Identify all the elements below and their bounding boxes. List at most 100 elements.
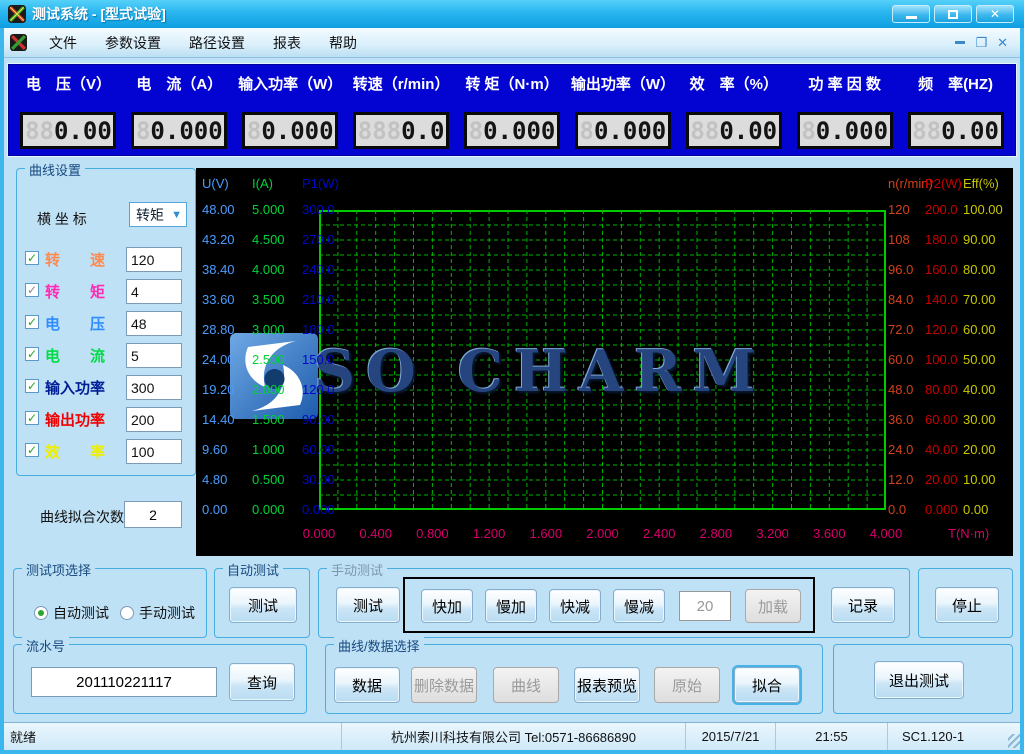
axis-tick-label: 1.000 — [252, 442, 285, 457]
axis-tick-label: 0.000 — [302, 502, 335, 517]
axis-tick-label: 96.0 — [888, 262, 913, 277]
meter-display: 80.000 — [464, 112, 560, 149]
minimize-button[interactable] — [892, 5, 930, 23]
menu-item[interactable]: 文件 — [39, 29, 87, 57]
serial-number-group: 流水号 查询 — [13, 644, 307, 714]
axis-tick-label: 2.400 — [635, 526, 683, 541]
window-title: 测试系统 - [型式试验] — [32, 4, 166, 24]
meter-value: 0.00 — [54, 117, 112, 145]
meter-label: 电 压（V） — [26, 73, 111, 94]
maximize-button[interactable] — [934, 5, 972, 23]
curve-limit-input[interactable] — [126, 343, 182, 368]
curve-limit-input[interactable] — [126, 279, 182, 304]
axis-tick-label: 30.00 — [302, 472, 335, 487]
curve-checkbox[interactable]: ✓ — [25, 411, 39, 425]
jog-button[interactable]: 慢加 — [485, 589, 537, 623]
status-ready: 就绪 — [0, 723, 342, 750]
curve-row: ✓ 输出功率 — [17, 407, 197, 433]
curve-limit-input[interactable] — [126, 439, 182, 464]
menu-item[interactable]: 报表 — [263, 29, 311, 57]
axis-tick-label: 3.200 — [749, 526, 797, 541]
curve-checkbox[interactable]: ✓ — [25, 443, 39, 457]
mdi-restore-icon[interactable]: ❐ — [975, 36, 987, 49]
curve-limit-input[interactable] — [126, 407, 182, 432]
menu-item[interactable]: 路径设置 — [179, 29, 255, 57]
window-frame-bottom — [0, 750, 1024, 754]
axis-tick-label: 60.00 — [963, 322, 996, 337]
axis-tick-label: 50.00 — [963, 352, 996, 367]
curve-checkbox[interactable]: ✓ — [25, 347, 39, 361]
jog-button[interactable]: 慢减 — [613, 589, 665, 623]
meter-display: 880.00 — [20, 112, 116, 149]
axis-tick-label: 60.00 — [925, 412, 958, 427]
curve-checkbox[interactable]: ✓ — [25, 315, 39, 329]
axis-tick-label: 40.00 — [963, 382, 996, 397]
curve-data-button[interactable]: 数据 — [334, 667, 400, 703]
axis-tick-label: 4.500 — [252, 232, 285, 247]
meter-dim-digits: 88 — [690, 117, 719, 145]
curve-limit-input[interactable] — [126, 247, 182, 272]
mdi-minimize-icon[interactable] — [955, 41, 965, 44]
jog-button[interactable]: 快减 — [549, 589, 601, 623]
curve-checkbox[interactable]: ✓ — [25, 283, 39, 297]
radio-option[interactable]: 自动测试 — [34, 603, 109, 623]
maximize-icon — [948, 10, 958, 19]
meter-label: 效 率（%） — [690, 73, 778, 94]
axis-tick-label: 0.800 — [408, 526, 456, 541]
axis-tick-label: 48.00 — [202, 202, 235, 217]
load-button: 加载 — [745, 589, 801, 623]
curve-data-button: 曲线 — [493, 667, 559, 703]
meter-panel: 电 压（V） 880.00 电 流（A） 80.000 输入功率（W） 80.0… — [8, 64, 1016, 156]
axis-tick-label: 3.600 — [805, 526, 853, 541]
axis-tick-label: 9.60 — [202, 442, 227, 457]
radio-selected-dot — [38, 610, 44, 616]
meter-label: 输入功率（W） — [238, 73, 342, 94]
meter-value: 0.000 — [261, 117, 333, 145]
axis-header: P1(W) — [302, 176, 339, 191]
auto-test-button[interactable]: 测试 — [229, 587, 297, 623]
query-button[interactable]: 查询 — [229, 663, 295, 701]
app-icon — [8, 5, 26, 23]
window-frame-left — [0, 28, 4, 750]
meter-label: 转 矩（N·m） — [465, 73, 558, 94]
exit-test-button[interactable]: 退出测试 — [874, 661, 964, 699]
axis-tick-label: 30.00 — [963, 412, 996, 427]
axis-tick-label: 108 — [888, 232, 910, 247]
curve-checkbox[interactable]: ✓ — [25, 251, 39, 265]
x-axis-select[interactable]: 转矩 ▼ — [129, 202, 187, 227]
curve-checkbox[interactable]: ✓ — [25, 379, 39, 393]
load-value-input[interactable] — [679, 591, 731, 621]
curve-row: ✓ 效 率 — [17, 439, 197, 465]
curve-settings-group: 曲线设置 横 坐 标 转矩 ▼ ✓ 转 速 ✓ 转 矩 ✓ 电 压 ✓ 电 流 … — [16, 168, 196, 476]
axis-tick-label: 100.0 — [925, 352, 958, 367]
curve-data-button[interactable]: 拟合 — [734, 667, 800, 703]
axis-tick-label: 140.0 — [925, 292, 958, 307]
meter: 电 压（V） 880.00 — [13, 73, 124, 149]
radio-option[interactable]: 手动测试 — [120, 603, 195, 623]
meter-display: 80.000 — [131, 112, 227, 149]
meter-value: 0.000 — [483, 117, 555, 145]
axis-tick-label: 19.20 — [202, 382, 235, 397]
axis-tick-label: 36.0 — [888, 412, 913, 427]
menu-item[interactable]: 帮助 — [319, 29, 367, 57]
curve-limit-input[interactable] — [126, 311, 182, 336]
menu-item[interactable]: 参数设置 — [95, 29, 171, 57]
fit-order-input[interactable] — [124, 501, 182, 528]
stop-button[interactable]: 停止 — [935, 587, 999, 623]
axis-tick-label: 4.80 — [202, 472, 227, 487]
manual-test-button[interactable]: 测试 — [336, 587, 400, 623]
jog-button[interactable]: 快加 — [421, 589, 473, 623]
curve-limit-input[interactable] — [126, 375, 182, 400]
close-button[interactable]: ✕ — [976, 5, 1014, 23]
axis-tick-label: 5.000 — [252, 202, 285, 217]
axis-tick-label: 0.000 — [295, 526, 343, 541]
meter-display: 880.00 — [908, 112, 1004, 149]
meter: 输入功率（W） 80.000 — [235, 73, 346, 149]
record-button[interactable]: 记录 — [831, 587, 895, 623]
serial-number-input[interactable] — [31, 667, 217, 697]
manual-test-group: 手动测试 测试 快加慢加快减慢减 加载 记录 — [318, 568, 910, 638]
axis-tick-label: 60.0 — [888, 352, 913, 367]
mdi-close-icon[interactable]: ✕ — [997, 36, 1008, 49]
radio-label: 自动测试 — [53, 603, 109, 623]
curve-data-button[interactable]: 报表预览 — [574, 667, 640, 703]
